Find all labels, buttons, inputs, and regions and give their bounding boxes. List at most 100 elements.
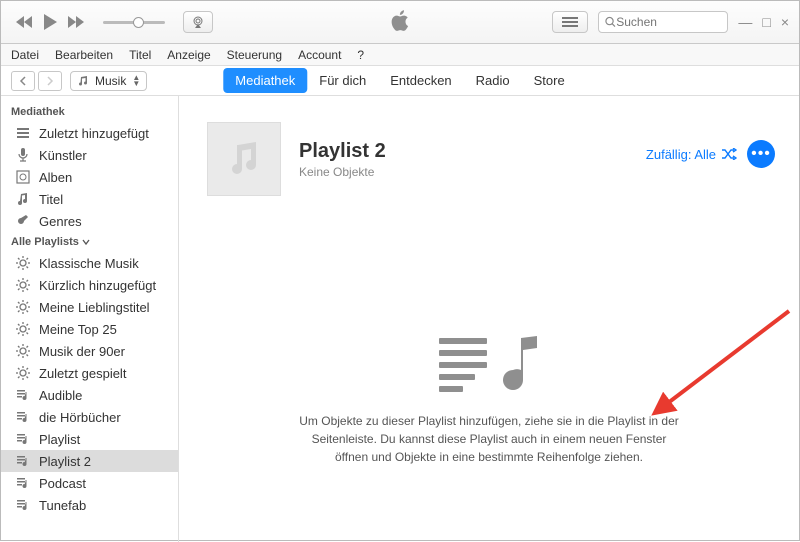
sidebar-item[interactable]: Genres <box>1 210 178 232</box>
sidebar-item[interactable]: Tunefab <box>1 494 178 516</box>
playlist-artwork <box>207 122 281 196</box>
menu-bearbeiten[interactable]: Bearbeiten <box>55 48 113 62</box>
queue-button[interactable] <box>552 11 588 33</box>
airplay-button[interactable] <box>183 11 213 33</box>
gear-icon <box>15 365 31 381</box>
sidebar-item-label: Audible <box>39 388 82 403</box>
media-selector[interactable]: Musik ▲▼ <box>70 71 147 91</box>
playlist-icon <box>15 387 31 403</box>
sidebar-item[interactable]: Zuletzt hinzugefügt <box>1 122 178 144</box>
maximize-button[interactable]: □ <box>762 14 770 30</box>
sidebar-item-label: Playlist <box>39 432 80 447</box>
playlist-title: Playlist 2 <box>299 140 386 163</box>
next-button[interactable] <box>67 15 85 29</box>
search-input[interactable] <box>598 11 728 33</box>
sidebar-item-label: Tunefab <box>39 498 86 513</box>
forward-button[interactable] <box>38 71 62 91</box>
sidebar-item-label: Titel <box>39 192 63 207</box>
playlist-icon <box>15 453 31 469</box>
topbar-right-controls: — □ × <box>552 11 789 33</box>
close-button[interactable]: × <box>781 14 789 30</box>
menu-?[interactable]: ? <box>357 48 364 62</box>
sidebar-item-label: Playlist 2 <box>39 454 91 469</box>
menu-steuerung[interactable]: Steuerung <box>227 48 282 62</box>
shuffle-button[interactable]: Zufällig: Alle <box>646 147 737 162</box>
sidebar-item-label: Zuletzt hinzugefügt <box>39 126 149 141</box>
sidebar-item[interactable]: Zuletzt gespielt <box>1 362 178 384</box>
sidebar-item[interactable]: Meine Lieblingstitel <box>1 296 178 318</box>
previous-button[interactable] <box>15 15 33 29</box>
gear-icon <box>15 321 31 337</box>
playlist-subtitle: Keine Objekte <box>299 165 386 179</box>
empty-state-text: Um Objekte zu dieser Playlist hinzufügen… <box>299 412 679 466</box>
sidebar-item-label: Zuletzt gespielt <box>39 366 126 381</box>
music-icon <box>77 75 89 87</box>
chevron-down-icon <box>82 238 90 246</box>
sidebar-item[interactable]: Klassische Musik <box>1 252 178 274</box>
mic-icon <box>15 147 31 163</box>
sidebar: Mediathek Zuletzt hinzugefügt Künstler Albe… <box>1 96 179 542</box>
shuffle-label: Zufällig: Alle <box>646 147 716 162</box>
sidebar-item-label: Meine Top 25 <box>39 322 117 337</box>
gear-icon <box>15 255 31 271</box>
note-icon <box>15 191 31 207</box>
more-button[interactable]: ••• <box>747 140 775 168</box>
sidebar-item[interactable]: Podcast <box>1 472 178 494</box>
play-button[interactable] <box>41 13 59 31</box>
playback-bar: — □ × <box>1 1 799 44</box>
tab-entdecken[interactable]: Entdecken <box>378 68 463 93</box>
sidebar-item-label: Künstler <box>39 148 87 163</box>
menu-anzeige[interactable]: Anzeige <box>167 48 210 62</box>
sidebar-item[interactable]: Meine Top 25 <box>1 318 178 340</box>
sidebar-item-label: Genres <box>39 214 82 229</box>
sidebar-item-label: die Hörbücher <box>39 410 121 425</box>
content-area: Mediathek Zuletzt hinzugefügt Künstler Albe… <box>1 96 799 542</box>
window-controls: — □ × <box>738 14 789 30</box>
nav-buttons <box>1 71 62 91</box>
empty-playlist-icon <box>299 336 679 394</box>
guitar-icon <box>15 213 31 229</box>
sub-toolbar: Musik ▲▼ MediathekFür dichEntdeckenRadio… <box>1 66 799 96</box>
playlist-icon <box>15 431 31 447</box>
search-icon <box>605 16 616 28</box>
search-field[interactable] <box>616 15 721 29</box>
main-panel: Playlist 2 Keine Objekte Zufällig: Alle … <box>179 96 799 542</box>
sidebar-item[interactable]: Kürzlich hinzugefügt <box>1 274 178 296</box>
shuffle-icon <box>721 148 737 160</box>
chevron-updown-icon: ▲▼ <box>132 75 140 87</box>
volume-slider[interactable] <box>103 21 165 24</box>
sidebar-item[interactable]: die Hörbücher <box>1 406 178 428</box>
music-note-icon <box>224 139 264 179</box>
sidebar-item-label: Kürzlich hinzugefügt <box>39 278 156 293</box>
sidebar-item[interactable]: Alben <box>1 166 178 188</box>
sidebar-item[interactable]: Künstler <box>1 144 178 166</box>
tab-für-dich[interactable]: Für dich <box>307 68 378 93</box>
playback-controls <box>1 11 213 33</box>
sidebar-item-label: Klassische Musik <box>39 256 139 271</box>
tab-store[interactable]: Store <box>522 68 577 93</box>
sidebar-item[interactable]: Titel <box>1 188 178 210</box>
sidebar-item-label: Alben <box>39 170 72 185</box>
menu-titel[interactable]: Titel <box>129 48 151 62</box>
media-selector-label: Musik <box>95 74 126 88</box>
tab-radio[interactable]: Radio <box>464 68 522 93</box>
playlist-actions: Zufällig: Alle ••• <box>646 140 775 168</box>
sidebar-item[interactable]: Audible <box>1 384 178 406</box>
menu-datei[interactable]: Datei <box>11 48 39 62</box>
view-tabs: MediathekFür dichEntdeckenRadioStore <box>223 68 576 93</box>
menu-account[interactable]: Account <box>298 48 341 62</box>
sidebar-item[interactable]: Playlist <box>1 428 178 450</box>
playlist-icon <box>15 475 31 491</box>
back-button[interactable] <box>11 71 35 91</box>
gear-icon <box>15 299 31 315</box>
sidebar-section-header[interactable]: Alle Playlists <box>1 232 178 252</box>
album-icon <box>15 169 31 185</box>
sidebar-item[interactable]: Playlist 2 <box>1 450 178 472</box>
tab-mediathek[interactable]: Mediathek <box>223 68 307 93</box>
apple-logo-icon <box>390 9 410 36</box>
minimize-button[interactable]: — <box>738 14 752 30</box>
list-icon <box>15 125 31 141</box>
playlist-icon <box>15 409 31 425</box>
sidebar-section-header[interactable]: Mediathek <box>1 102 178 122</box>
sidebar-item[interactable]: Musik der 90er <box>1 340 178 362</box>
